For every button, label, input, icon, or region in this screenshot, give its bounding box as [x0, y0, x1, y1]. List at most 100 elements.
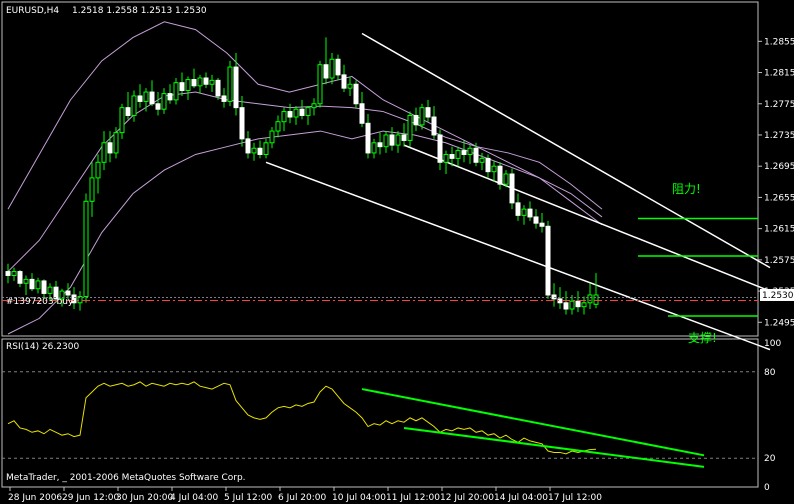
price-tick-label: 1.2575 — [764, 256, 794, 266]
price-tick-label: 1.2495 — [764, 318, 794, 328]
rsi-tick-label: 80 — [764, 368, 776, 378]
candle-body — [461, 150, 467, 155]
candle-body — [149, 91, 155, 105]
time-tick-label: 30 Jun 20:00 — [116, 493, 173, 503]
candle-body — [101, 142, 107, 163]
candle-body — [593, 294, 599, 305]
candle-body — [491, 165, 497, 173]
candle-body — [263, 142, 269, 155]
candle-body — [419, 107, 425, 126]
time-tick-label: 10 Jul 04:00 — [332, 493, 386, 503]
price-tick-label: 1.2615 — [764, 225, 794, 235]
candle-body — [515, 202, 521, 216]
candle-body — [185, 79, 191, 91]
copyright-text: MetaTrader, _ 2001-2006 MetaQuotes Softw… — [6, 473, 246, 483]
candle-body — [479, 157, 485, 163]
candle-body — [29, 278, 35, 290]
rsi-tick-label: 0 — [764, 483, 770, 493]
candle-body — [167, 93, 173, 101]
candle-body — [371, 142, 377, 154]
candle-body — [143, 91, 149, 102]
rsi-panel[interactable] — [1, 338, 759, 488]
candle-body — [329, 58, 335, 79]
candle-body — [407, 114, 413, 141]
candle-body — [239, 107, 245, 140]
time-tick-label: 11 Jul 12:00 — [386, 493, 440, 503]
candle-body — [431, 116, 437, 136]
candle-body — [191, 79, 197, 87]
candle-body — [317, 64, 323, 105]
candle-body — [131, 95, 137, 116]
candle-body — [173, 82, 179, 101]
order-label: #1397203 buy — [6, 297, 74, 307]
candle-body — [341, 74, 347, 89]
candle-body — [251, 147, 257, 154]
time-tick-label: 6 Jul 20:00 — [278, 493, 327, 503]
rsi-tick-label: 20 — [764, 454, 776, 464]
mt4-chart[interactable]: 1.2855 1.2815 1.2775 1.2735 1.2695 1.2655 1.26… — [0, 0, 794, 504]
candle-body — [35, 280, 41, 290]
candle — [545, 220, 551, 299]
candle-body — [503, 173, 509, 185]
candle-body — [227, 66, 233, 102]
candle-body — [521, 208, 527, 216]
candle-body — [287, 111, 293, 118]
candle-body — [137, 95, 143, 102]
price-tick-label: 1.2815 — [764, 69, 794, 79]
candle-body — [275, 121, 281, 132]
candle-body — [473, 147, 479, 163]
candle-body — [95, 161, 101, 179]
candle-body — [437, 134, 443, 163]
rsi-tick-label: 100 — [764, 339, 781, 349]
candle-body — [299, 108, 305, 116]
candle — [227, 60, 233, 107]
candle-body — [89, 177, 95, 202]
candle-body — [359, 103, 365, 124]
candle-body — [389, 134, 395, 146]
rsi-label: RSI(14) 26.2300 — [6, 342, 79, 352]
time-tick-label: 29 Jun 12:00 — [62, 493, 119, 503]
candle-body — [467, 147, 473, 155]
candle-body — [353, 83, 359, 105]
candle-body — [395, 134, 401, 146]
candle-body — [383, 134, 389, 148]
candle-body — [257, 147, 263, 155]
price-tick-label: 1.2775 — [764, 100, 794, 110]
time-tick-label: 4 Jul 04:00 — [170, 493, 219, 503]
time-tick-label: 5 Jul 12:00 — [224, 493, 273, 503]
candle-body — [17, 271, 23, 284]
time-tick-label: 28 Jun 2006 — [8, 493, 62, 503]
candle-body — [413, 114, 419, 126]
candle-body — [155, 103, 161, 110]
candle-body — [293, 108, 299, 118]
candle-body — [119, 107, 125, 134]
candle-body — [485, 157, 491, 173]
candle-body — [233, 66, 239, 109]
price-tick-label: 1.2855 — [764, 37, 794, 47]
candle-body — [509, 173, 515, 204]
candle-body — [209, 79, 215, 85]
symbol-label: EURUSD,H4 — [6, 6, 59, 16]
candle — [317, 60, 323, 108]
candle-body — [569, 300, 575, 310]
support-annotation: 支撑! — [688, 330, 717, 345]
candle-body — [11, 271, 17, 276]
candle-body — [365, 122, 371, 154]
candle-body — [305, 107, 311, 116]
candle-body — [23, 278, 29, 284]
candle-body — [347, 83, 353, 89]
candle-body — [497, 165, 503, 185]
candle-body — [107, 142, 113, 154]
time-tick-label: 12 Jul 20:00 — [440, 493, 494, 503]
price-tick-label: 1.2735 — [764, 131, 794, 141]
candle-body — [377, 142, 383, 148]
candle — [509, 168, 515, 210]
price-panel[interactable] — [1, 1, 759, 337]
candle-body — [527, 208, 533, 218]
candle-body — [5, 271, 11, 276]
candle-body — [581, 302, 587, 308]
candle-body — [215, 79, 221, 97]
candle-body — [335, 58, 341, 76]
candle-body — [545, 225, 551, 296]
candle-body — [113, 132, 119, 154]
